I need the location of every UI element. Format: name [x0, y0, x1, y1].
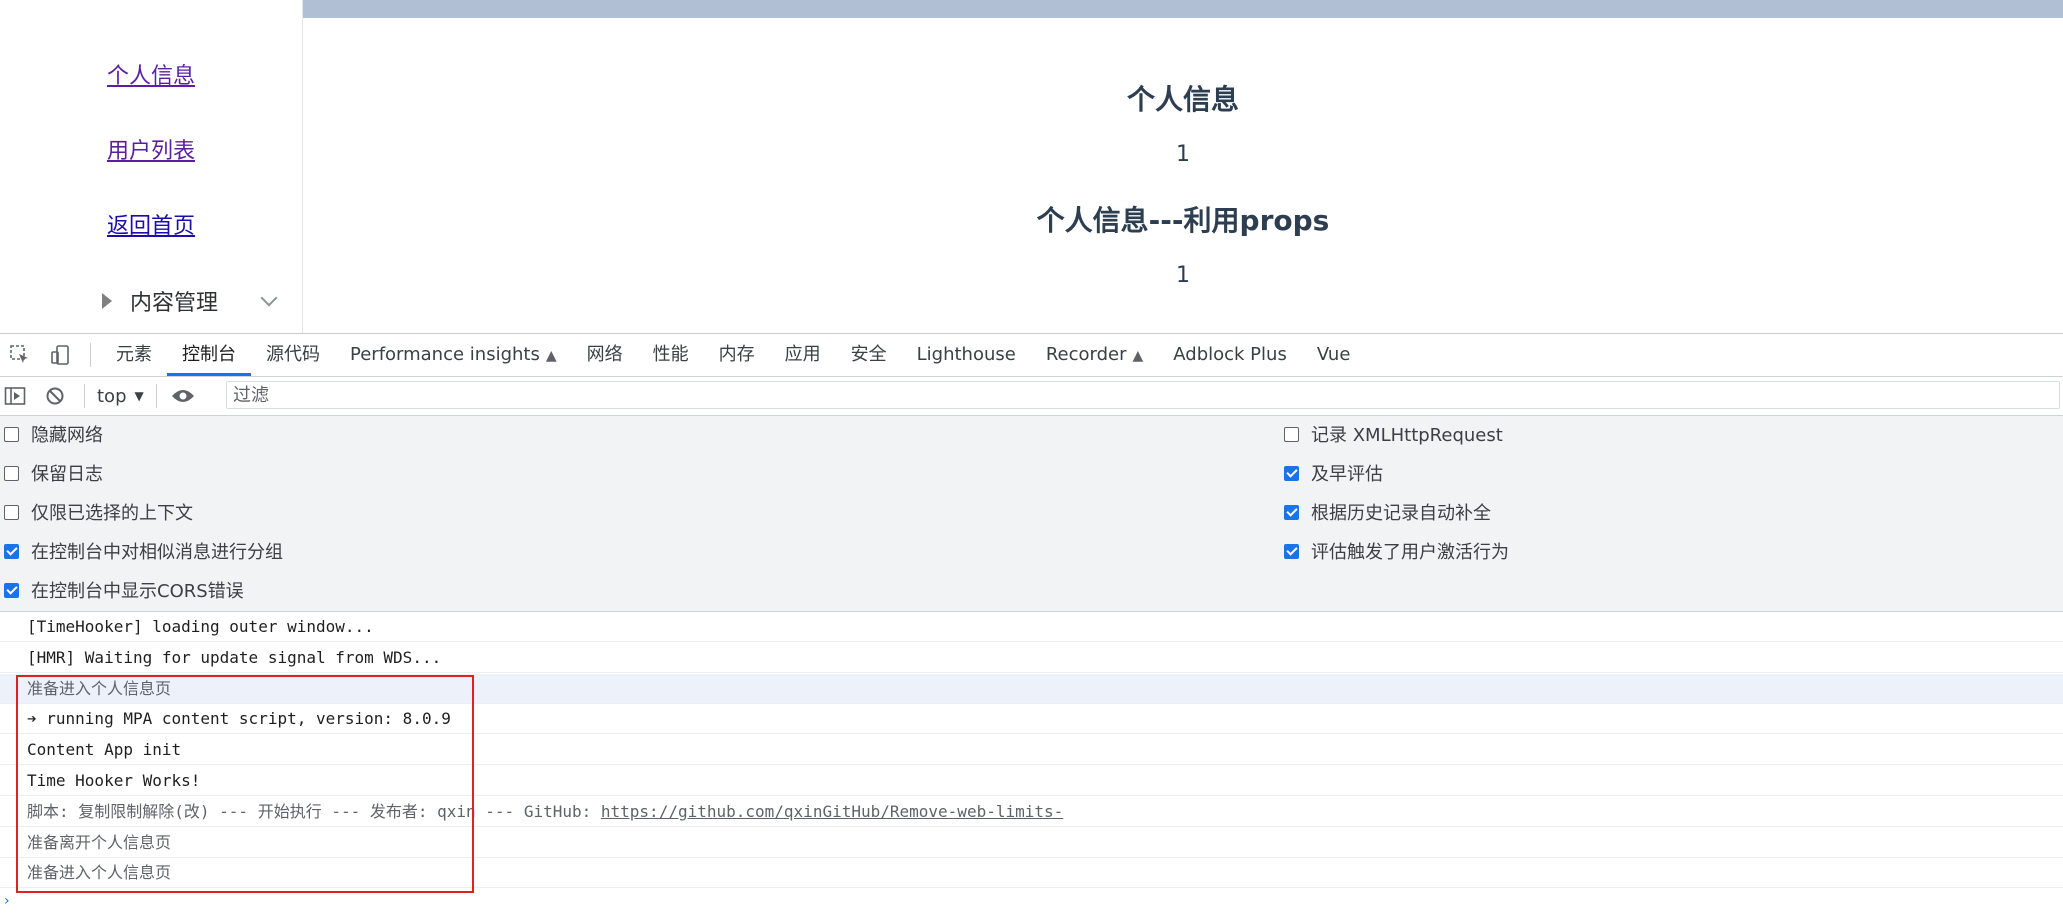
setting-group-similar[interactable]: 在控制台中对相似消息进行分组: [4, 538, 283, 564]
checkbox-checked[interactable]: [4, 582, 19, 598]
setting-selected-context-only[interactable]: 仅限已选择的上下文: [4, 499, 193, 525]
console-message: Time Hooker Works!: [0, 766, 2063, 796]
setting-label: 及早评估: [1311, 464, 1383, 485]
props-title: 个人信息---利用props: [1036, 204, 1330, 237]
header-bar: [303, 0, 2063, 18]
submenu-content-management[interactable]: 内容管理: [100, 284, 278, 318]
github-link[interactable]: https://github.com/qxinGitHub/Remove-web…: [601, 802, 1063, 821]
sidebar: 个人信息 用户列表 返回首页 内容管理: [0, 0, 303, 333]
clear-console-icon[interactable]: [30, 375, 80, 417]
nav-link-profile[interactable]: 个人信息: [107, 58, 195, 90]
tab-adblock-plus[interactable]: Adblock Plus: [1158, 334, 1302, 376]
setting-show-cors-errors[interactable]: 在控制台中显示CORS错误: [4, 577, 244, 603]
setting-label: 在控制台中对相似消息进行分组: [31, 542, 283, 563]
console-message: [HMR] Waiting for update signal from WDS…: [0, 643, 2063, 673]
tab-performance[interactable]: 性能: [638, 334, 704, 376]
context-value: top: [97, 385, 127, 407]
console-message: [TimeHooker] loading outer window...: [0, 612, 2063, 642]
value-text: 1: [1176, 142, 1190, 167]
setting-eager-evaluation[interactable]: 及早评估: [1284, 460, 1383, 486]
console-message: ➔ running MPA content script, version: 8…: [0, 704, 2063, 734]
setting-label: 在控制台中显示CORS错误: [31, 581, 244, 602]
setting-label: 仅限已选择的上下文: [31, 503, 193, 524]
console-message: 脚本: 复制限制解除(改) --- 开始执行 --- 发布者: qxin ---…: [0, 797, 2063, 827]
devtools-tabbar: 元素 控制台 源代码 Performance insights ▲ 网络 性能 内…: [0, 334, 2063, 377]
checkbox[interactable]: [1284, 426, 1299, 442]
chevron-down-icon: [260, 289, 278, 307]
checkbox[interactable]: [4, 426, 19, 442]
experimental-flask-icon: ▲: [545, 348, 557, 364]
console-output: [TimeHooker] loading outer window... [HM…: [0, 612, 2063, 913]
experimental-flask-icon: ▲: [1132, 348, 1144, 364]
setting-label: 评估触发了用户激活行为: [1311, 542, 1509, 563]
console-message: 准备离开个人信息页: [0, 828, 2063, 858]
setting-label: 保留日志: [31, 464, 103, 485]
page-title: 个人信息: [1126, 83, 1239, 116]
setting-hide-network[interactable]: 隐藏网络: [4, 421, 103, 447]
devtools-panel: 元素 控制台 源代码 Performance insights ▲ 网络 性能 内…: [0, 333, 2063, 913]
tab-performance-insights[interactable]: Performance insights ▲: [335, 334, 572, 376]
checkbox-checked[interactable]: [1284, 504, 1299, 520]
console-message: Content App init: [0, 735, 2063, 765]
checkbox[interactable]: [4, 465, 19, 481]
tab-elements[interactable]: 元素: [101, 334, 167, 376]
tab-console[interactable]: 控制台: [167, 334, 251, 376]
caret-down-icon: ▼: [134, 389, 144, 403]
checkbox[interactable]: [4, 504, 19, 520]
divider: [84, 384, 85, 408]
checkbox-checked[interactable]: [1284, 465, 1299, 481]
tab-lighthouse[interactable]: Lighthouse: [902, 334, 1031, 376]
main-content: 个人信息 1 个人信息---利用props 1: [303, 18, 2063, 333]
tab-application[interactable]: 应用: [770, 334, 836, 376]
filter-input[interactable]: [226, 381, 2060, 409]
context-selector[interactable]: top ▼: [89, 386, 152, 407]
setting-autocomplete-history[interactable]: 根据历史记录自动补全: [1284, 499, 1491, 525]
submenu-label: 内容管理: [130, 291, 219, 316]
device-toolbar-icon[interactable]: [40, 334, 80, 376]
live-expression-eye-icon[interactable]: [161, 375, 205, 417]
checkbox-checked[interactable]: [1284, 543, 1299, 559]
console-message: 准备进入个人信息页: [0, 858, 2063, 888]
tab-label: Recorder: [1045, 344, 1127, 365]
divider: [90, 343, 91, 367]
expand-triangle-icon: [102, 293, 112, 309]
tab-network[interactable]: 网络: [572, 334, 638, 376]
console-settings: 隐藏网络 保留日志 仅限已选择的上下文 在控制台中对相似消息进行分组 在控制台中…: [0, 416, 2063, 612]
message-text: 脚本: 复制限制解除(改) --- 开始执行 --- 发布者: qxin ---…: [27, 802, 601, 821]
tab-label: Performance insights: [350, 344, 540, 365]
setting-label: 根据历史记录自动补全: [1311, 503, 1491, 524]
show-sidebar-icon[interactable]: [0, 375, 30, 417]
nav-link-user-list[interactable]: 用户列表: [107, 133, 195, 165]
setting-label: 隐藏网络: [31, 425, 103, 446]
app-area: 个人信息 用户列表 返回首页 内容管理 个人信息 1 个人信息---利用prop…: [0, 0, 2063, 333]
console-message: 准备进入个人信息页: [0, 674, 2063, 704]
checkbox-checked[interactable]: [4, 543, 19, 559]
divider: [155, 384, 157, 408]
setting-user-activation[interactable]: 评估触发了用户激活行为: [1284, 538, 1509, 564]
console-toolbar: top ▼: [0, 377, 2063, 416]
inspect-element-icon[interactable]: [0, 334, 40, 376]
tab-vue[interactable]: Vue: [1302, 334, 1366, 376]
setting-preserve-log[interactable]: 保留日志: [4, 460, 103, 486]
tab-security[interactable]: 安全: [836, 334, 902, 376]
tab-memory[interactable]: 内存: [704, 334, 770, 376]
nav-link-home[interactable]: 返回首页: [107, 208, 195, 240]
tab-recorder[interactable]: Recorder ▲: [1031, 334, 1158, 376]
setting-log-xmlhttprequest[interactable]: 记录 XMLHttpRequest: [1284, 421, 1503, 447]
console-prompt-icon[interactable]: ›: [4, 893, 10, 909]
setting-label: 记录 XMLHttpRequest: [1311, 425, 1503, 446]
props-value-text: 1: [1176, 263, 1190, 288]
tab-sources[interactable]: 源代码: [251, 334, 335, 376]
